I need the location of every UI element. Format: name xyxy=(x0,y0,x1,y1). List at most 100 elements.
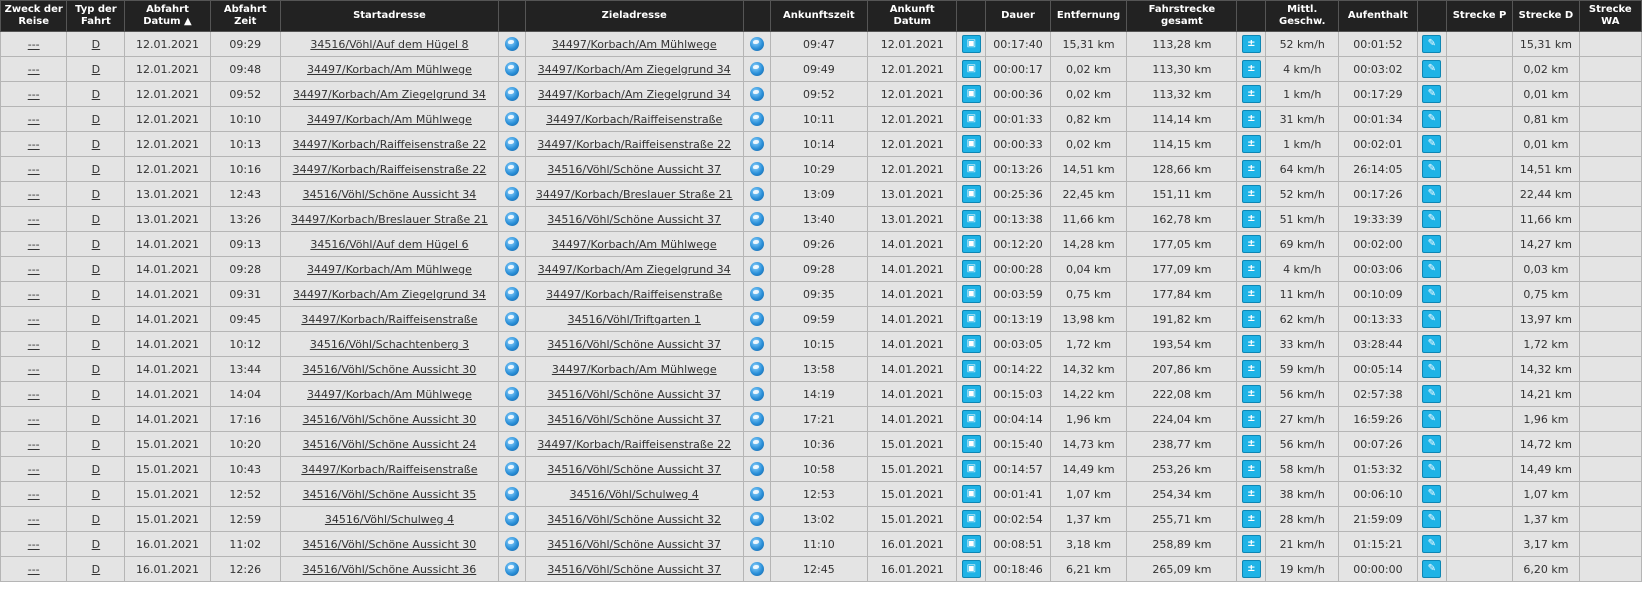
trip-type-link[interactable]: D xyxy=(92,213,100,226)
plus-minus-icon[interactable]: ± xyxy=(1241,560,1261,578)
destination-address-link[interactable]: /Vöhl/Schöne Aussicht 37 xyxy=(582,413,721,426)
pencil-icon[interactable]: ✎ xyxy=(1422,485,1442,503)
destination-address-link[interactable]: /Korbach/Am Ziegelgrund 34 xyxy=(573,263,731,276)
plus-minus-icon[interactable]: ± xyxy=(1241,60,1261,78)
pencil-icon[interactable]: ✎ xyxy=(1422,110,1442,128)
globe-icon[interactable] xyxy=(749,562,764,576)
globe-icon[interactable] xyxy=(749,62,764,76)
plus-minus-icon[interactable]: ± xyxy=(1241,510,1261,528)
trip-type-link[interactable]: D xyxy=(92,113,100,126)
destination-address-plz-link[interactable]: 34516 xyxy=(568,313,603,326)
destination-address-link[interactable]: /Vöhl/Schöne Aussicht 37 xyxy=(582,163,721,176)
globe-icon[interactable] xyxy=(749,512,764,526)
start-address-link[interactable]: /Vöhl/Auf dem Hügel 6 xyxy=(345,238,468,251)
header-strecke-d[interactable]: Strecke D xyxy=(1512,0,1580,32)
trip-type-link[interactable]: D xyxy=(92,538,100,551)
globe-icon[interactable] xyxy=(504,437,519,451)
trip-purpose-link[interactable]: --- xyxy=(28,238,40,251)
plus-minus-icon[interactable]: ± xyxy=(1241,535,1261,553)
trip-type-link[interactable]: D xyxy=(92,188,100,201)
plus-minus-icon[interactable]: ± xyxy=(1241,360,1261,378)
header-strecke-wa[interactable]: Strecke WA xyxy=(1578,0,1643,32)
trip-type-link[interactable]: D xyxy=(92,288,100,301)
car-icon[interactable]: ▣ xyxy=(961,135,981,153)
trip-type-link[interactable]: D xyxy=(92,438,100,451)
car-icon[interactable]: ▣ xyxy=(961,485,981,503)
trip-type-link[interactable]: D xyxy=(92,488,100,501)
destination-address-link[interactable]: /Korbach/Am Ziegelgrund 34 xyxy=(573,88,731,101)
globe-icon[interactable] xyxy=(504,537,519,551)
destination-address-plz-link[interactable]: 34516 xyxy=(547,413,582,426)
header-geschwindigkeit[interactable]: Mittl. Geschw. xyxy=(1265,0,1339,32)
destination-address-link[interactable]: /Korbach/Am Mühlwege xyxy=(587,363,717,376)
start-address-link[interactable]: /Vöhl/Schöne Aussicht 35 xyxy=(338,488,477,501)
globe-icon[interactable] xyxy=(749,162,764,176)
start-address-link[interactable]: /Vöhl/Schöne Aussicht 36 xyxy=(338,563,477,576)
trip-purpose-link[interactable]: --- xyxy=(28,538,40,551)
trip-purpose-link[interactable]: --- xyxy=(28,263,40,276)
trip-purpose-link[interactable]: --- xyxy=(28,563,40,576)
destination-address-plz-link[interactable]: 34497 xyxy=(552,38,587,51)
plus-minus-icon[interactable]: ± xyxy=(1241,385,1261,403)
plus-minus-icon[interactable]: ± xyxy=(1241,85,1261,103)
header-abfahrt-datum[interactable]: Abfahrt Datum ▲ xyxy=(124,0,211,32)
car-icon[interactable]: ▣ xyxy=(961,85,981,103)
start-address-plz-link[interactable]: 34516 xyxy=(325,513,360,526)
pencil-icon[interactable]: ✎ xyxy=(1422,360,1442,378)
header-abfahrt-zeit[interactable]: Abfahrt Zeit xyxy=(209,0,282,32)
globe-icon[interactable] xyxy=(749,362,764,376)
pencil-icon[interactable]: ✎ xyxy=(1422,460,1442,478)
start-address-plz-link[interactable]: 34497 xyxy=(307,113,342,126)
header-ankunftszeit[interactable]: Ankunftszeit xyxy=(769,0,869,32)
plus-minus-icon[interactable]: ± xyxy=(1241,260,1261,278)
globe-icon[interactable] xyxy=(749,312,764,326)
start-address-plz-link[interactable]: 34516 xyxy=(303,413,338,426)
globe-icon[interactable] xyxy=(749,187,764,201)
globe-icon[interactable] xyxy=(504,112,519,126)
pencil-icon[interactable]: ✎ xyxy=(1422,410,1442,428)
start-address-link[interactable]: /Korbach/Raiffeisenstraße 22 xyxy=(328,138,487,151)
header-ankunft-datum[interactable]: Ankunft Datum xyxy=(867,0,958,32)
pencil-icon[interactable]: ✎ xyxy=(1422,310,1442,328)
globe-icon[interactable] xyxy=(504,462,519,476)
destination-address-plz-link[interactable]: 34497 xyxy=(552,363,587,376)
car-icon[interactable]: ▣ xyxy=(961,335,981,353)
trip-purpose-link[interactable]: --- xyxy=(28,113,40,126)
pencil-icon[interactable]: ✎ xyxy=(1422,385,1442,403)
destination-address-plz-link[interactable]: 34497 xyxy=(538,263,573,276)
car-icon[interactable]: ▣ xyxy=(961,385,981,403)
plus-minus-icon[interactable]: ± xyxy=(1241,185,1261,203)
trip-type-link[interactable]: D xyxy=(92,388,100,401)
trip-type-link[interactable]: D xyxy=(92,338,100,351)
start-address-plz-link[interactable]: 34516 xyxy=(303,438,338,451)
globe-icon[interactable] xyxy=(749,137,764,151)
globe-icon[interactable] xyxy=(749,537,764,551)
start-address-link[interactable]: /Vöhl/Schöne Aussicht 30 xyxy=(338,363,477,376)
start-address-plz-link[interactable]: 34497 xyxy=(293,138,328,151)
globe-icon[interactable] xyxy=(749,37,764,51)
destination-address-plz-link[interactable]: 34516 xyxy=(547,538,582,551)
start-address-plz-link[interactable]: 34497 xyxy=(307,388,342,401)
start-address-link[interactable]: /Korbach/Breslauer Straße 21 xyxy=(326,213,488,226)
trip-type-link[interactable]: D xyxy=(92,38,100,51)
pencil-icon[interactable]: ✎ xyxy=(1422,560,1442,578)
trip-purpose-link[interactable]: --- xyxy=(28,313,40,326)
header-strecke-p[interactable]: Strecke P xyxy=(1445,0,1514,32)
start-address-plz-link[interactable]: 34516 xyxy=(303,538,338,551)
start-address-link[interactable]: /Korbach/Am Mühlwege xyxy=(342,63,472,76)
trip-purpose-link[interactable]: --- xyxy=(28,438,40,451)
pencil-icon[interactable]: ✎ xyxy=(1422,85,1442,103)
start-address-plz-link[interactable]: 34516 xyxy=(310,238,345,251)
car-icon[interactable]: ▣ xyxy=(961,185,981,203)
trip-purpose-link[interactable]: --- xyxy=(28,463,40,476)
header-startadresse[interactable]: Startadresse xyxy=(280,0,499,32)
pencil-icon[interactable]: ✎ xyxy=(1422,60,1442,78)
destination-address-link[interactable]: /Korbach/Raiffeisenstraße 22 xyxy=(572,438,731,451)
pencil-icon[interactable]: ✎ xyxy=(1422,135,1442,153)
destination-address-link[interactable]: /Vöhl/Schöne Aussicht 37 xyxy=(582,563,721,576)
start-address-link[interactable]: /Korbach/Am Mühlwege xyxy=(342,113,472,126)
globe-icon[interactable] xyxy=(749,412,764,426)
destination-address-link[interactable]: /Korbach/Raiffeisenstraße 22 xyxy=(572,138,731,151)
plus-minus-icon[interactable]: ± xyxy=(1241,310,1261,328)
destination-address-link[interactable]: /Vöhl/Schöne Aussicht 37 xyxy=(582,463,721,476)
